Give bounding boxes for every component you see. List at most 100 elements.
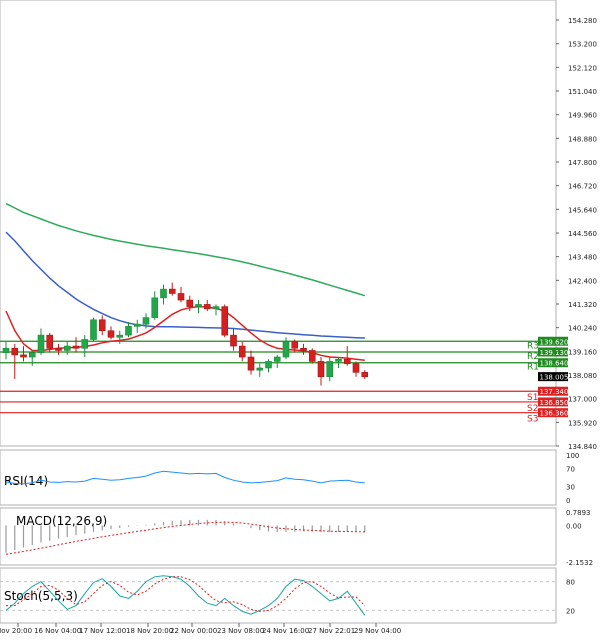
price-axis: 154.280 153.200 152.120 151.040 149.960 148.8… bbox=[556, 17, 597, 451]
price-tick-label: 140.240 bbox=[568, 325, 597, 333]
bullish-candle bbox=[256, 367, 264, 371]
level-name-r3: R3 bbox=[527, 341, 539, 351]
time-tick-label: 18 Nov 20:00 bbox=[126, 627, 173, 635]
trading-chart: R3 139.620 R2 139.130 R1 138.640 S1 137.340 S2 13… bbox=[0, 0, 600, 639]
bullish-candle bbox=[273, 356, 281, 362]
bullish-candle bbox=[28, 352, 36, 358]
price-tick-label: 147.800 bbox=[568, 159, 597, 167]
price-tick-label: 141.320 bbox=[568, 301, 597, 309]
bullish-candle bbox=[151, 297, 159, 318]
bullish-candle bbox=[81, 339, 89, 349]
time-tick-label: Nov 20:00 bbox=[0, 627, 32, 635]
chart-canvas: R3 139.620R2 139.130R1 138.640S1137.340S213… bbox=[0, 0, 597, 635]
time-tick-label: 17 Nov 12:00 bbox=[79, 627, 126, 635]
level-price-label: 136.850 bbox=[540, 399, 569, 407]
price-tick-label: 139.160 bbox=[568, 348, 597, 356]
price-tick-label: 152.120 bbox=[568, 64, 597, 72]
price-panel: R3 139.620R2 139.130R1 138.640S1137.340S213… bbox=[0, 0, 597, 451]
bullish-candle bbox=[116, 334, 124, 338]
bearish-candle bbox=[247, 356, 255, 371]
bearish-candle bbox=[177, 293, 185, 301]
bearish-candle bbox=[291, 341, 299, 349]
stoch-tick-label: 20 bbox=[566, 607, 575, 615]
level-name-r2: R2 bbox=[527, 352, 539, 362]
bullish-candle bbox=[37, 334, 45, 353]
rsi-tick-label: 70 bbox=[566, 466, 575, 474]
bearish-candle bbox=[308, 350, 316, 362]
stoch-title: Stoch(5,5,3) bbox=[4, 589, 78, 603]
bearish-candle bbox=[317, 361, 325, 378]
bearish-candle bbox=[343, 358, 351, 364]
bullish-candle bbox=[195, 304, 202, 307]
bullish-candle bbox=[2, 347, 10, 353]
price-tick-label: 137.000 bbox=[568, 396, 597, 404]
bearish-candle bbox=[107, 330, 115, 338]
level-price-label: 137.340 bbox=[540, 388, 569, 396]
bearish-candle bbox=[46, 334, 54, 349]
bearish-candle bbox=[20, 354, 27, 358]
bearish-candle bbox=[11, 347, 19, 356]
bearish-candle bbox=[238, 345, 246, 358]
rsi-title: RSI(14) bbox=[4, 474, 48, 488]
bearish-candle bbox=[98, 319, 106, 332]
macd-tick-label: 0.7893 bbox=[566, 509, 591, 517]
price-tick-label: 153.200 bbox=[568, 41, 597, 49]
bullish-candle bbox=[90, 319, 97, 340]
price-tick-label: 143.480 bbox=[568, 254, 597, 262]
level-price-label: 139.130 bbox=[540, 349, 569, 357]
time-tick-label: 23 Nov 08:00 bbox=[217, 627, 264, 635]
time-tick-label: 29 Nov 04:00 bbox=[354, 627, 401, 635]
bullish-candle bbox=[265, 361, 272, 369]
rsi-panel: RSI(14) 100 70 30 0 bbox=[0, 449, 579, 506]
current-price-label: 138.005 bbox=[540, 374, 569, 382]
rsi-tick-label: 30 bbox=[566, 484, 575, 492]
time-tick-label: 16 Nov 04:00 bbox=[34, 627, 81, 635]
bearish-candle bbox=[55, 347, 62, 351]
macd-tick-label: 0.00 bbox=[566, 522, 582, 530]
level-price-label: 138.640 bbox=[540, 360, 569, 368]
price-tick-label: 134.840 bbox=[568, 443, 597, 451]
price-tick-label: 146.720 bbox=[568, 183, 597, 191]
level-name-s3: S3 bbox=[527, 415, 538, 425]
rsi-tick-label: 0 bbox=[566, 497, 570, 505]
stoch-panel: Stoch(5,5,3) 80 20 bbox=[0, 567, 575, 624]
price-tick-label: 138.080 bbox=[568, 372, 597, 380]
price-tick-label: 148.880 bbox=[568, 135, 597, 143]
rsi-tick-label: 100 bbox=[566, 452, 579, 460]
price-tick-label: 151.040 bbox=[568, 88, 597, 96]
bullish-candle bbox=[133, 323, 141, 327]
price-tick-label: 135.920 bbox=[568, 419, 597, 427]
bullish-candle bbox=[160, 288, 167, 299]
bearish-candle bbox=[352, 363, 360, 373]
time-tick-label: 24 Nov 16:00 bbox=[262, 627, 309, 635]
bearish-candle bbox=[168, 288, 176, 294]
bearish-candle bbox=[221, 306, 229, 336]
level-price-label: 136.360 bbox=[540, 410, 569, 418]
price-tick-label: 154.280 bbox=[568, 17, 597, 25]
bullish-candle bbox=[326, 361, 334, 378]
bearish-candle bbox=[361, 372, 369, 378]
bearish-candle bbox=[300, 347, 307, 351]
level-price-label: 139.620 bbox=[540, 338, 569, 346]
bearish-candle bbox=[186, 299, 194, 307]
price-tick-label: 144.560 bbox=[568, 230, 597, 238]
macd-panel: MACD(12,26,9) 0.78930.00-2.1532 bbox=[0, 507, 593, 567]
bearish-candle bbox=[230, 334, 237, 347]
bullish-candle bbox=[212, 306, 220, 310]
level-name-r1: R1 bbox=[527, 363, 539, 373]
time-tick-label: 27 Nov 22:01 bbox=[308, 627, 355, 635]
time-tick-label: 22 Nov 00:00 bbox=[170, 627, 217, 635]
price-tick-label: 149.960 bbox=[568, 112, 597, 120]
stoch-tick-label: 80 bbox=[566, 579, 575, 587]
price-panel-frame bbox=[0, 0, 557, 447]
bullish-candle bbox=[142, 317, 150, 325]
bullish-candle bbox=[335, 358, 342, 362]
macd-axis: 0.7893 0.00 -2.1532 bbox=[566, 509, 593, 567]
bullish-candle bbox=[125, 326, 132, 336]
rsi-axis: 100 70 30 0 bbox=[566, 452, 579, 505]
rsi-panel-frame bbox=[0, 449, 557, 506]
bullish-candle bbox=[63, 345, 71, 351]
bearish-candle bbox=[203, 304, 211, 310]
bearish-candle bbox=[72, 345, 80, 349]
bullish-candle bbox=[282, 341, 290, 358]
